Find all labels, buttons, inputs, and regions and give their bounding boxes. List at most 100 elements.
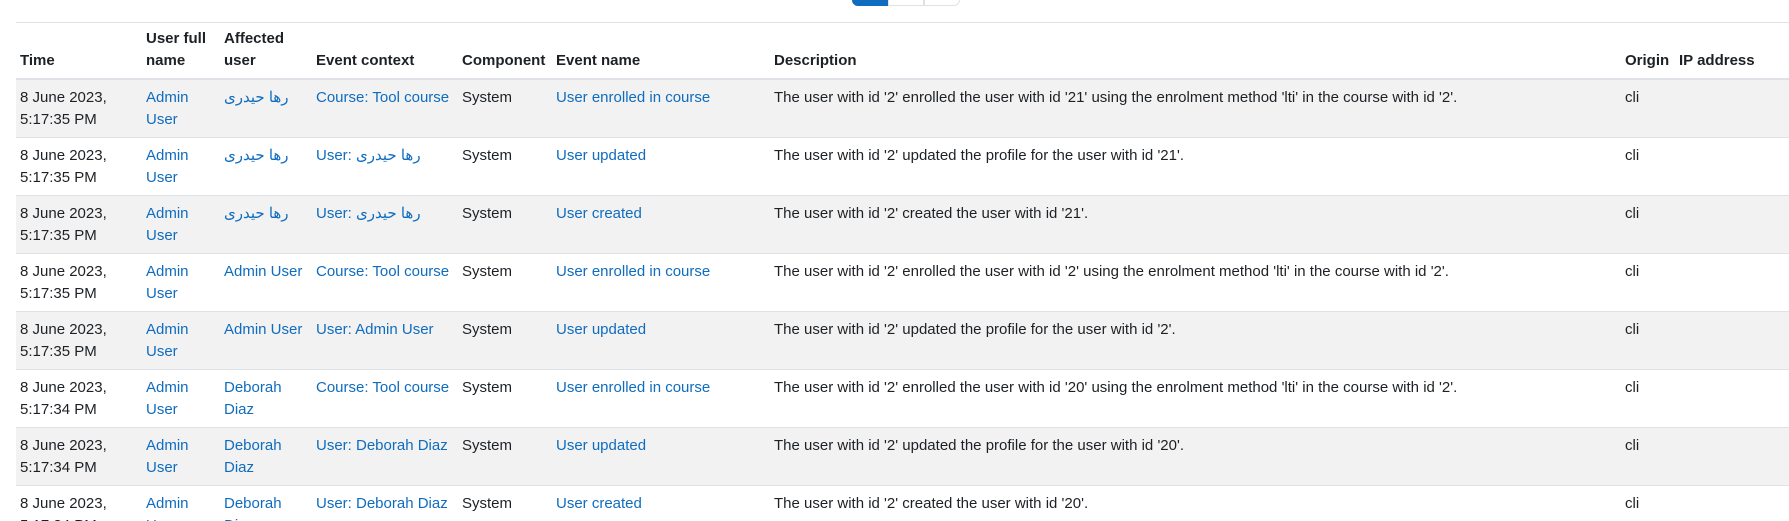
table-cell: رها حیدری — [220, 195, 312, 254]
cell-event-context-link[interactable]: Course: Tool course — [316, 379, 449, 396]
cell-event-name-link[interactable]: User created — [556, 205, 642, 222]
table-cell: System — [458, 485, 552, 521]
cell-affected-user-link[interactable]: Deborah Diaz — [224, 379, 282, 418]
cell-time: 8 June 2023, 5:17:34 PM — [20, 495, 107, 521]
table-cell: Admin User — [142, 311, 220, 370]
divider — [16, 22, 1789, 23]
cell-event-context-link[interactable]: User: رها حیدری — [316, 205, 421, 222]
page-link[interactable] — [924, 0, 960, 6]
col-header-user-full-name[interactable]: User full name — [142, 26, 220, 80]
col-header-description[interactable]: Description — [770, 26, 1621, 80]
cell-time: 8 June 2023, 5:17:34 PM — [20, 437, 107, 476]
cell-event-name-link[interactable]: User updated — [556, 147, 646, 164]
cell-component: System — [462, 321, 513, 338]
col-header-affected-user[interactable]: Affected user — [220, 26, 312, 80]
table-row: 8 June 2023, 5:17:35 PM Admin User رها حید… — [16, 195, 1789, 254]
cell-event-name-link[interactable]: User enrolled in course — [556, 89, 710, 106]
cell-event-context-link[interactable]: User: Deborah Diaz — [316, 437, 448, 454]
cell-event-context-link[interactable]: User: Admin User — [316, 321, 434, 338]
table-cell: Admin User — [220, 311, 312, 370]
table-cell — [1675, 485, 1789, 521]
table-cell: Admin User — [142, 427, 220, 486]
table-cell: System — [458, 137, 552, 196]
cell-origin: cli — [1625, 437, 1640, 454]
table-cell: User enrolled in course — [552, 253, 770, 312]
cell-user-full-name-link[interactable]: Admin User — [146, 89, 189, 128]
cell-event-name-link[interactable]: User updated — [556, 437, 646, 454]
cell-event-name-link[interactable]: User updated — [556, 321, 646, 338]
table-cell: Admin User — [142, 137, 220, 196]
col-header-component[interactable]: Component — [458, 26, 552, 80]
cell-origin: cli — [1625, 89, 1640, 106]
cell-time: 8 June 2023, 5:17:35 PM — [20, 147, 107, 186]
table-cell: The user with id '2' enrolled the user w… — [770, 78, 1621, 138]
page-link[interactable] — [888, 0, 924, 6]
col-header-event-name[interactable]: Event name — [552, 26, 770, 80]
table-cell: 8 June 2023, 5:17:35 PM — [16, 78, 142, 138]
cell-event-context-link[interactable]: User: Deborah Diaz — [316, 495, 448, 512]
table-cell: Admin User — [142, 369, 220, 428]
cell-user-full-name-link[interactable]: Admin User — [146, 147, 189, 186]
table-cell: System — [458, 195, 552, 254]
table-cell: User updated — [552, 427, 770, 486]
table-cell: The user with id '2' enrolled the user w… — [770, 369, 1621, 428]
table-cell — [1675, 78, 1789, 138]
cell-user-full-name-link[interactable]: Admin User — [146, 379, 189, 418]
table-cell: The user with id '2' updated the profile… — [770, 311, 1621, 370]
cell-user-full-name-link[interactable]: Admin User — [146, 495, 189, 521]
table-cell: The user with id '2' enrolled the user w… — [770, 253, 1621, 312]
cell-event-name-link[interactable]: User enrolled in course — [556, 263, 710, 280]
table-cell: cli — [1621, 195, 1675, 254]
table-cell: 8 June 2023, 5:17:35 PM — [16, 253, 142, 312]
cell-component: System — [462, 147, 513, 164]
cell-affected-user-link[interactable]: Deborah Diaz — [224, 437, 282, 476]
table-cell: System — [458, 253, 552, 312]
cell-component: System — [462, 495, 513, 512]
table-body: 8 June 2023, 5:17:35 PM Admin User رها حید… — [16, 78, 1789, 521]
cell-user-full-name-link[interactable]: Admin User — [146, 321, 189, 360]
table-cell: Deborah Diaz — [220, 485, 312, 521]
cell-user-full-name-link[interactable]: Admin User — [146, 437, 189, 476]
cell-affected-user-link[interactable]: Deborah Diaz — [224, 495, 282, 521]
pagination — [852, 0, 960, 6]
table-cell — [1675, 427, 1789, 486]
table-cell — [1675, 137, 1789, 196]
table-cell: cli — [1621, 427, 1675, 486]
cell-user-full-name-link[interactable]: Admin User — [146, 263, 189, 302]
cell-event-context-link[interactable]: Course: Tool course — [316, 89, 449, 106]
table-cell: The user with id '2' created the user wi… — [770, 195, 1621, 254]
cell-description: The user with id '2' updated the profile… — [774, 321, 1176, 338]
col-header-origin[interactable]: Origin — [1621, 26, 1675, 80]
cell-event-name-link[interactable]: User enrolled in course — [556, 379, 710, 396]
cell-affected-user-link[interactable]: رها حیدری — [224, 89, 289, 106]
table-cell: cli — [1621, 485, 1675, 521]
cell-user-full-name-link[interactable]: Admin User — [146, 205, 189, 244]
cell-event-name-link[interactable]: User created — [556, 495, 642, 512]
table-cell: User enrolled in course — [552, 78, 770, 138]
table-cell: User updated — [552, 311, 770, 370]
table-header-row: Time User full name Affected user Event … — [16, 26, 1789, 80]
cell-origin: cli — [1625, 263, 1640, 280]
cell-description: The user with id '2' enrolled the user w… — [774, 379, 1458, 396]
table-row: 8 June 2023, 5:17:34 PM Admin User Deborah… — [16, 369, 1789, 428]
table-cell: Admin User — [142, 485, 220, 521]
table-row: 8 June 2023, 5:17:35 PM Admin User رها حید… — [16, 137, 1789, 196]
col-header-event-context[interactable]: Event context — [312, 26, 458, 80]
table-cell: The user with id '2' updated the profile… — [770, 137, 1621, 196]
table-cell: 8 June 2023, 5:17:35 PM — [16, 311, 142, 370]
cell-affected-user-link[interactable]: Admin User — [224, 263, 302, 280]
table-cell: Deborah Diaz — [220, 427, 312, 486]
cell-event-context-link[interactable]: User: رها حیدری — [316, 147, 421, 164]
cell-affected-user-link[interactable]: رها حیدری — [224, 147, 289, 164]
table-cell: cli — [1621, 369, 1675, 428]
cell-affected-user-link[interactable]: Admin User — [224, 321, 302, 338]
table-cell: The user with id '2' created the user wi… — [770, 485, 1621, 521]
cell-time: 8 June 2023, 5:17:34 PM — [20, 379, 107, 418]
page-link-current[interactable] — [852, 0, 888, 6]
table-row: 8 June 2023, 5:17:35 PM Admin User رها حید… — [16, 78, 1789, 138]
table-cell: User enrolled in course — [552, 369, 770, 428]
cell-event-context-link[interactable]: Course: Tool course — [316, 263, 449, 280]
col-header-time[interactable]: Time — [16, 26, 142, 80]
col-header-ip-address[interactable]: IP address — [1675, 26, 1789, 80]
cell-affected-user-link[interactable]: رها حیدری — [224, 205, 289, 222]
